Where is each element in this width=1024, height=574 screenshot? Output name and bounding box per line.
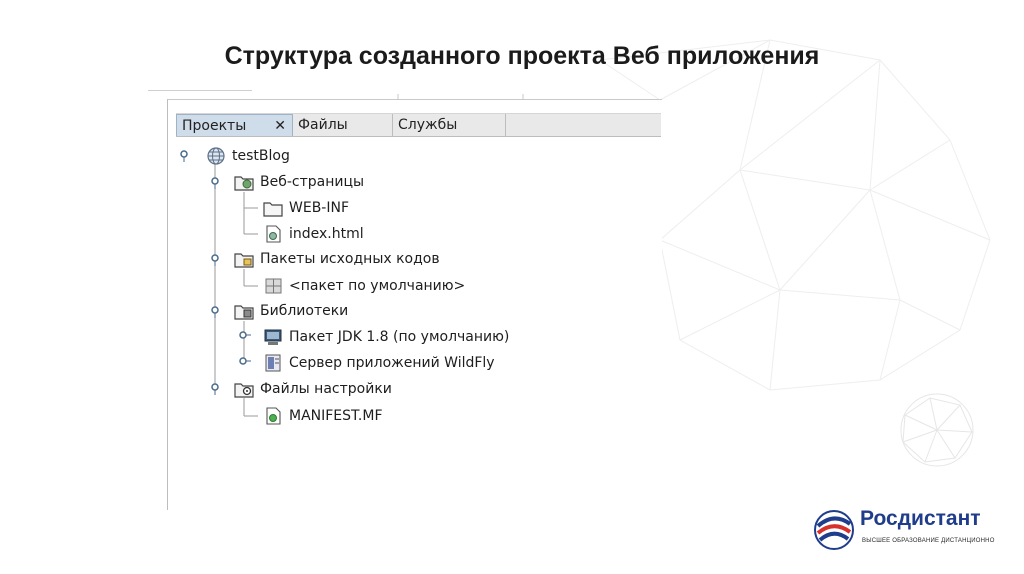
collapse-handle-icon[interactable] [209,383,221,395]
tree-node-label: <пакет по умолчанию> [289,278,466,294]
logo-name: Росдистант [860,507,981,530]
package-folder-icon [234,253,254,268]
collapse-handle-icon[interactable] [209,254,221,266]
jdk-icon [264,329,282,345]
tree-node-index-html[interactable]: index.html [263,224,364,244]
tree-node-label: WEB-INF [289,200,349,216]
tree-node-default-package[interactable]: <пакет по умолчанию> [263,276,465,296]
projects-panel: Проекты ✕ Файлы Службы testBlog Веб-стра… [167,94,662,510]
expand-handle-icon[interactable] [239,329,251,341]
collapse-handle-icon[interactable] [178,150,190,162]
package-icon [265,278,282,294]
collapse-handle-icon[interactable] [209,177,221,189]
tree-node-label: index.html [289,226,364,242]
tree-node-label: testBlog [232,148,290,164]
web-folder-icon [234,176,254,191]
tree-node-label: Пакеты исходных кодов [260,251,440,267]
tree-node-config-files[interactable]: Файлы настройки [234,379,392,399]
slide-title: Структура созданного проекта Веб приложе… [224,42,820,70]
tree-node-label: Пакет JDK 1.8 (по умолчанию) [289,329,510,345]
tree-node-source-packages[interactable]: Пакеты исходных кодов [234,249,440,269]
tree-node-label: Сервер приложений WildFly [289,355,495,371]
library-folder-icon [234,305,254,320]
tree-node-jdk[interactable]: Пакет JDK 1.8 (по умолчанию) [263,327,509,347]
tree-node-label: MANIFEST.MF [289,408,383,424]
tree-node-label: Файлы настройки [260,381,392,397]
tree-node-manifest[interactable]: MANIFEST.MF [263,406,383,426]
server-icon [265,354,281,372]
html-file-icon [266,225,281,243]
tree-node-libraries[interactable]: Библиотеки [234,301,348,321]
tree-node-label: Веб-страницы [260,174,365,190]
folder-icon [263,202,283,217]
manifest-file-icon [266,407,281,425]
title-divider [148,90,252,91]
tree-node-server[interactable]: Сервер приложений WildFly [263,353,495,373]
expand-handle-icon[interactable] [239,355,251,367]
tree-node-web-pages[interactable]: Веб-страницы [234,172,364,192]
config-folder-icon [234,383,254,398]
project-tree: testBlog Веб-страницы WEB-INF index.html [168,100,662,510]
tree-node-label: Библиотеки [260,303,349,319]
collapse-handle-icon[interactable] [209,306,221,318]
web-project-icon [207,147,225,165]
tree-node-testblog[interactable]: testBlog [206,146,290,166]
logo-tagline: ВЫСШЕЕ ОБРАЗОВАНИЕ ДИСТАНЦИОННО [862,538,995,544]
tree-node-web-inf[interactable]: WEB-INF [263,198,349,218]
